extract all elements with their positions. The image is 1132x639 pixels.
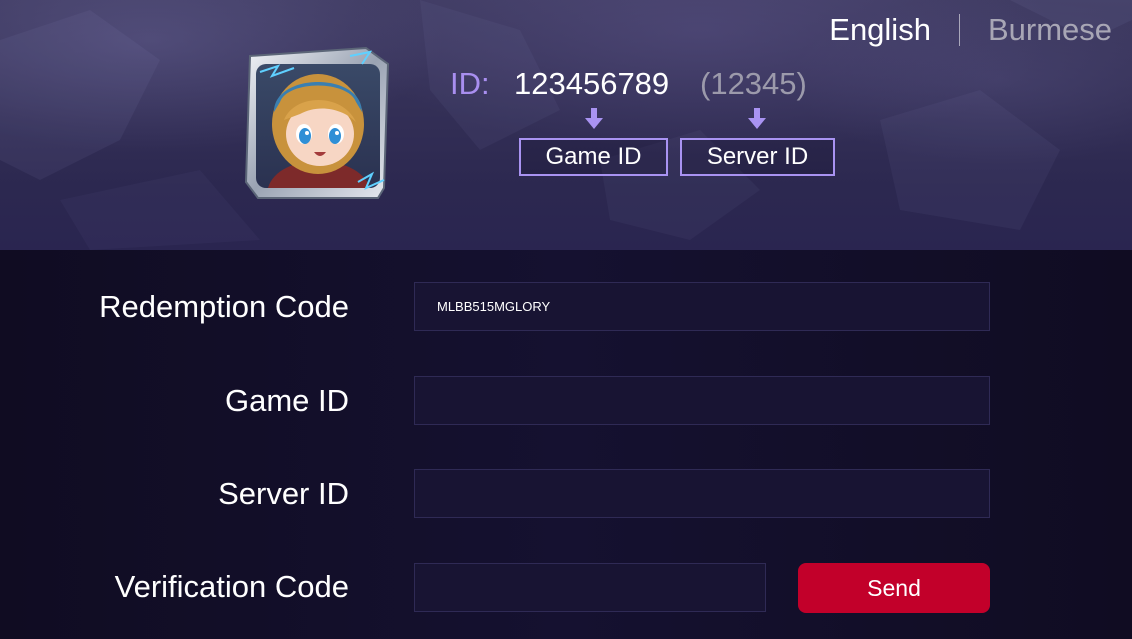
language-switcher: English Burmese — [829, 12, 1112, 48]
redemption-code-input[interactable] — [414, 282, 990, 331]
hero-portrait-avatar-icon — [244, 46, 390, 199]
game-id-caption-box: Game ID — [519, 138, 668, 176]
verification-code-input[interactable] — [414, 563, 766, 612]
header-banner: English Burmese ID: 123456789 (12345) Ga… — [0, 0, 1132, 250]
send-button[interactable]: Send — [798, 563, 990, 613]
server-id-caption: Server ID — [706, 143, 809, 170]
server-id-caption-box: Server ID — [680, 138, 835, 176]
language-option-english[interactable]: English — [829, 12, 931, 48]
redemption-page: English Burmese ID: 123456789 (12345) Ga… — [0, 0, 1132, 639]
language-divider — [958, 14, 960, 46]
redemption-form: Redemption Code Game ID Server ID Verifi… — [0, 250, 1132, 639]
language-option-burmese[interactable]: Burmese — [988, 12, 1112, 48]
redemption-code-label: Redemption Code — [99, 289, 349, 324]
game-id-caption: Game ID — [545, 143, 642, 170]
game-id-input[interactable] — [414, 376, 990, 425]
arrow-down-icon — [585, 108, 603, 129]
game-id-label: Game ID — [224, 383, 349, 418]
verification-code-label: Verification Code — [114, 569, 349, 604]
arrow-down-icon — [748, 108, 766, 129]
server-id-label: Server ID — [218, 476, 349, 511]
id-label: ID: — [450, 66, 490, 101]
server-id-input[interactable] — [414, 469, 990, 518]
game-id-example: 123456789 — [514, 66, 670, 101]
server-id-example: (12345) — [700, 66, 807, 101]
